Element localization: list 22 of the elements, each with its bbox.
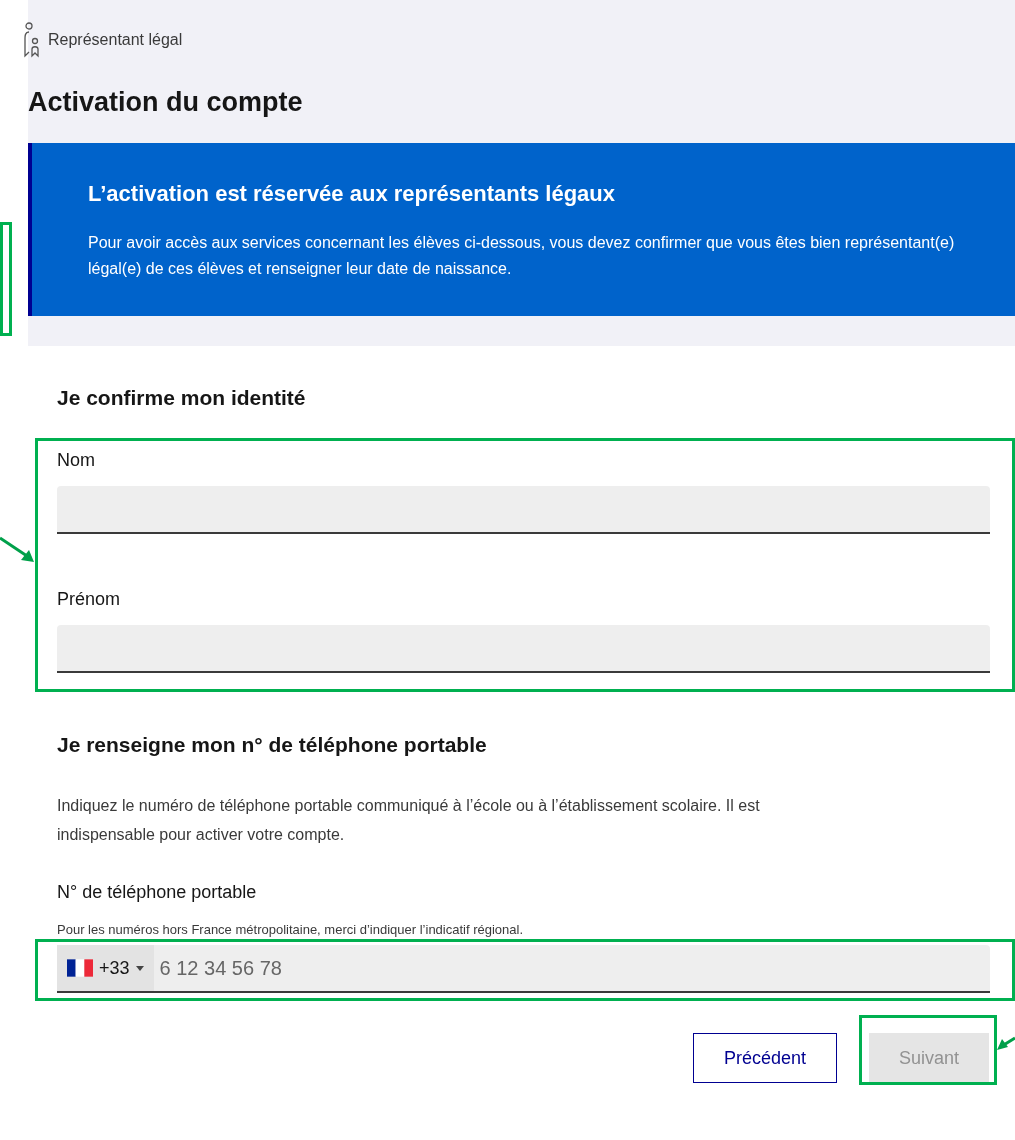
section-heading: Je confirme mon identité xyxy=(57,384,306,411)
parent-child-icon xyxy=(24,22,42,58)
previous-button[interactable]: Précédent xyxy=(692,1033,837,1083)
phone-intro: Indiquez le numéro de téléphone portable communiqué à l’école ou à l’établissement scolaire. Il est indispensable pour activer votre compte. xyxy=(57,795,761,845)
flag-icon xyxy=(67,959,93,977)
field-label: Prénom xyxy=(57,588,121,611)
notice-text: Pour avoir accès aux services concernant les élèves ci-dessous, vous devez confirmer que vous êtes bien représentant(e) légal(e) de ces élèves et renseigner leur date de naissance. xyxy=(88,232,956,279)
field-label: Nom xyxy=(57,449,95,472)
breadcrumb: Représentant légal xyxy=(48,30,183,50)
pointer-arrow xyxy=(0,536,36,564)
section-heading: Je renseigne mon n° de téléphone portable xyxy=(57,732,487,758)
caret-icon xyxy=(135,965,144,971)
notice-title: L’activation est réservée aux représentants légaux xyxy=(88,179,616,208)
phone-input[interactable]: 6 12 34 56 78 xyxy=(153,945,990,991)
page-title: Activation du compte xyxy=(28,86,303,119)
phone-field[interactable]: +33 6 12 34 56 78 xyxy=(57,945,990,993)
country-selector[interactable]: +33 xyxy=(57,945,154,991)
field-hint: Pour les numéros hors France métropolitaine, merci d’indiquer l’indicatif régional. xyxy=(57,920,524,939)
text-field[interactable] xyxy=(57,486,990,534)
text-field[interactable] xyxy=(57,625,990,673)
country-code: +33 xyxy=(99,956,130,980)
field-label: N° de téléphone portable xyxy=(57,880,257,904)
